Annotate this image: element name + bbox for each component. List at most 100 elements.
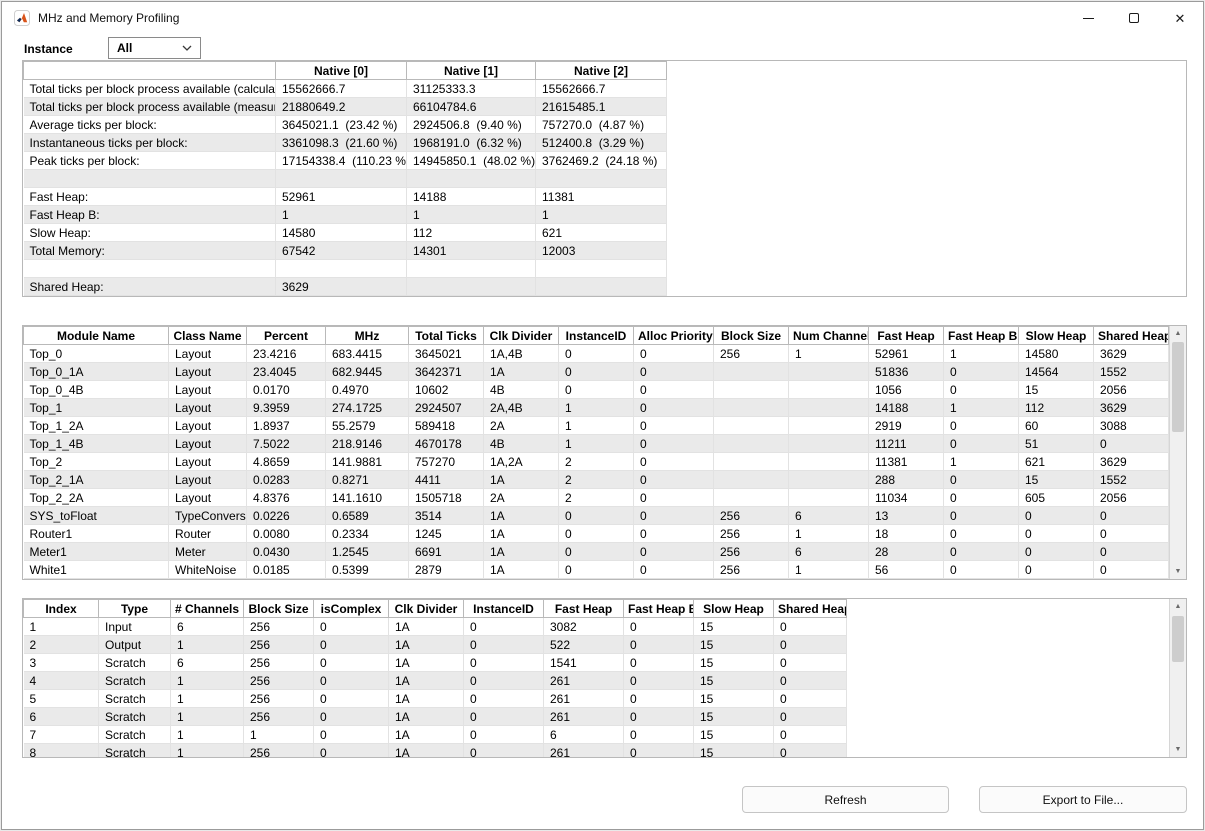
table-cell[interactable]: 0 — [559, 363, 634, 381]
table-cell[interactable]: 13 — [869, 507, 944, 525]
table-cell[interactable]: 256 — [244, 708, 314, 726]
table-cell[interactable]: 3514 — [409, 507, 484, 525]
table-cell[interactable]: 0 — [624, 690, 694, 708]
table-cell[interactable]: 1 — [944, 345, 1019, 363]
table-cell[interactable]: 0 — [1094, 525, 1169, 543]
table-cell[interactable]: 0.8271 — [326, 471, 409, 489]
table-cell[interactable]: 141.1610 — [326, 489, 409, 507]
table-cell[interactable] — [714, 435, 789, 453]
table-cell[interactable]: Layout — [169, 453, 247, 471]
table-cell[interactable]: 2 — [24, 636, 99, 654]
table-cell[interactable]: 261 — [544, 690, 624, 708]
table-cell[interactable]: 0 — [944, 471, 1019, 489]
table-cell[interactable]: 0 — [944, 489, 1019, 507]
table-cell[interactable]: 0 — [774, 708, 847, 726]
table-row[interactable]: SYS_toFloatTypeConversion0.02260.6589351… — [24, 507, 1169, 525]
table-cell[interactable]: 256 — [714, 345, 789, 363]
table-row[interactable]: Top_1_4BLayout7.5022218.914646701784B101… — [24, 435, 1169, 453]
table-cell[interactable]: 0 — [624, 744, 694, 759]
table-cell[interactable]: Top_2_1A — [24, 471, 169, 489]
table-cell[interactable]: Top_0_4B — [24, 381, 169, 399]
table-cell[interactable]: 0 — [314, 708, 389, 726]
table-cell[interactable]: 55.2579 — [326, 417, 409, 435]
table-cell[interactable]: 256 — [714, 561, 789, 579]
export-button[interactable]: Export to File... — [979, 786, 1187, 813]
table-cell[interactable]: 0 — [634, 345, 714, 363]
table-cell[interactable]: 8 — [24, 744, 99, 759]
table-cell[interactable]: Top_1_2A — [24, 417, 169, 435]
table-cell[interactable]: Layout — [169, 417, 247, 435]
table-cell[interactable]: 9.3959 — [247, 399, 326, 417]
table-cell[interactable]: 1A — [484, 471, 559, 489]
scroll-up-icon[interactable]: ▲ — [1170, 326, 1186, 341]
table-cell[interactable]: 6 — [24, 708, 99, 726]
buffer-table-scrollbar[interactable]: ▲ ▼ — [1169, 599, 1186, 757]
table-cell[interactable]: 0 — [314, 636, 389, 654]
table-cell[interactable]: 1A — [484, 363, 559, 381]
table-cell[interactable]: 0 — [774, 618, 847, 636]
table-cell[interactable]: 2 — [559, 453, 634, 471]
table-cell[interactable]: 15 — [1019, 381, 1094, 399]
table-cell[interactable]: 4670178 — [409, 435, 484, 453]
table-cell[interactable]: 0 — [464, 636, 544, 654]
table-cell[interactable]: 0 — [464, 708, 544, 726]
table-row[interactable]: Router1Router0.00800.233412451A002561180… — [24, 525, 1169, 543]
table-cell[interactable]: 0 — [464, 744, 544, 759]
table-cell[interactable]: Input — [99, 618, 171, 636]
table-cell[interactable]: 4 — [24, 672, 99, 690]
table-cell[interactable]: 1541 — [544, 654, 624, 672]
table-cell[interactable]: 11381 — [869, 453, 944, 471]
table-cell[interactable]: 0 — [634, 453, 714, 471]
table-cell[interactable]: 0 — [314, 690, 389, 708]
table-cell[interactable]: 0 — [314, 744, 389, 759]
table-cell[interactable]: 5 — [24, 690, 99, 708]
table-cell[interactable]: 288 — [869, 471, 944, 489]
table-row[interactable]: 8Scratch125601A02610150 — [24, 744, 847, 759]
table-cell[interactable]: Layout — [169, 381, 247, 399]
refresh-button[interactable]: Refresh — [742, 786, 949, 813]
table-cell[interactable]: 4B — [484, 435, 559, 453]
table-cell[interactable]: 0 — [634, 381, 714, 399]
table-cell[interactable]: 1 — [789, 561, 869, 579]
table-cell[interactable]: 0 — [634, 363, 714, 381]
table-cell[interactable]: 23.4216 — [247, 345, 326, 363]
table-cell[interactable]: 6 — [789, 507, 869, 525]
table-cell[interactable]: 2A — [484, 417, 559, 435]
table-cell[interactable]: 0 — [944, 381, 1019, 399]
table-cell[interactable]: 757270 — [409, 453, 484, 471]
table-row[interactable]: 3Scratch625601A015410150 — [24, 654, 847, 672]
minimize-button[interactable] — [1065, 2, 1111, 34]
table-cell[interactable]: 0 — [559, 525, 634, 543]
table-cell[interactable]: 1A — [389, 636, 464, 654]
table-cell[interactable]: 589418 — [409, 417, 484, 435]
table-cell[interactable]: 1 — [944, 399, 1019, 417]
table-cell[interactable]: 1 — [244, 726, 314, 744]
table-cell[interactable]: 0 — [314, 654, 389, 672]
table-cell[interactable]: 14580 — [1019, 345, 1094, 363]
table-cell[interactable]: 1 — [171, 744, 244, 759]
table-cell[interactable]: 3629 — [1094, 399, 1169, 417]
table-cell[interactable]: 1 — [559, 399, 634, 417]
table-cell[interactable]: 0 — [464, 690, 544, 708]
table-cell[interactable]: 0 — [559, 561, 634, 579]
table-cell[interactable]: 0.2334 — [326, 525, 409, 543]
table-cell[interactable]: 0 — [624, 636, 694, 654]
table-cell[interactable]: 6691 — [409, 543, 484, 561]
table-cell[interactable]: 1A — [484, 507, 559, 525]
table-cell[interactable]: 4B — [484, 381, 559, 399]
table-cell[interactable]: 256 — [244, 636, 314, 654]
table-cell[interactable]: Layout — [169, 345, 247, 363]
table-cell[interactable]: 0 — [559, 507, 634, 525]
table-cell[interactable]: Layout — [169, 489, 247, 507]
table-cell[interactable]: 256 — [714, 507, 789, 525]
table-cell[interactable]: 0 — [1019, 525, 1094, 543]
table-cell[interactable]: 0 — [314, 726, 389, 744]
table-cell[interactable]: 15 — [694, 708, 774, 726]
table-cell[interactable]: 3 — [24, 654, 99, 672]
table-cell[interactable]: 256 — [244, 744, 314, 759]
table-cell[interactable] — [789, 453, 869, 471]
table-cell[interactable]: 218.9146 — [326, 435, 409, 453]
table-cell[interactable]: 0 — [464, 618, 544, 636]
table-cell[interactable]: 7 — [24, 726, 99, 744]
table-cell[interactable]: 1 — [171, 672, 244, 690]
